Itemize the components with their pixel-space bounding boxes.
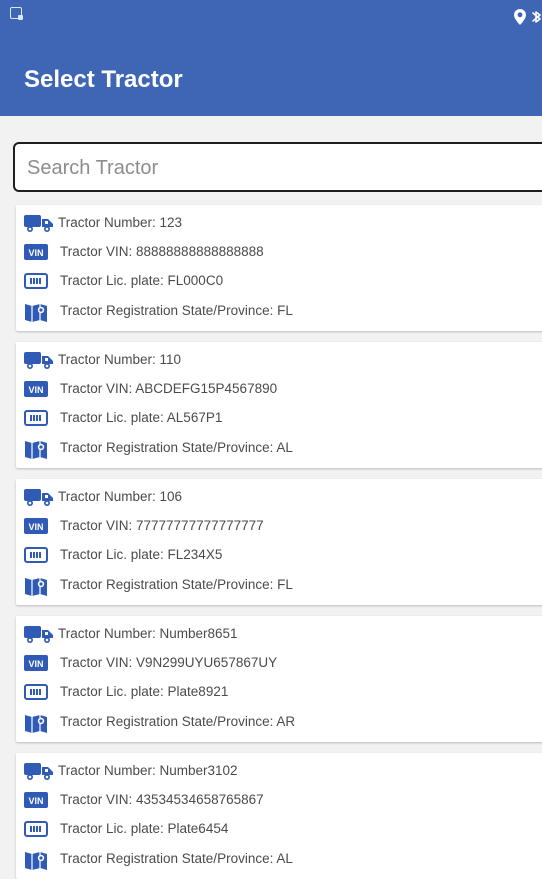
license-plate-icon <box>24 271 48 293</box>
status-icons <box>514 8 542 26</box>
svg-text:VIN: VIN <box>28 385 43 395</box>
truck-icon <box>24 624 53 646</box>
vin-badge-icon: VIN <box>24 242 48 264</box>
tractor-vin: Tractor VIN: 88888888888888888 <box>60 244 264 259</box>
tractor-plate-row: Tractor Lic. plate: FL000C0 <box>16 269 542 295</box>
tractor-state: Tractor Registration State/Province: AL <box>60 440 293 455</box>
tractor-state: Tractor Registration State/Province: AL <box>60 851 293 866</box>
vin-badge-icon: VIN <box>24 379 48 401</box>
tractor-number-row: Tractor Number: Number8651 <box>16 622 542 648</box>
tractor-vin: Tractor VIN: 43534534658765867 <box>60 792 264 807</box>
search-input[interactable] <box>25 153 529 183</box>
svg-text:VIN: VIN <box>28 248 43 258</box>
license-plate-icon <box>24 682 48 704</box>
svg-text:VIN: VIN <box>28 659 43 669</box>
tractor-vin-row: VIN Tractor VIN: 77777777777777777 <box>16 514 542 540</box>
tractor-plate-row: Tractor Lic. plate: FL234X5 <box>16 543 542 569</box>
tractor-vin-row: VIN Tractor VIN: 43534534658765867 <box>16 788 542 814</box>
truck-icon <box>24 213 53 235</box>
truck-icon <box>24 761 53 783</box>
truck-icon <box>24 350 53 372</box>
map-icon <box>24 849 48 871</box>
notification-icon <box>10 7 23 20</box>
tractor-number: Tractor Number: 123 <box>58 215 183 230</box>
app-bar: Select Tractor <box>0 30 542 116</box>
status-bar <box>0 0 542 30</box>
svg-text:VIN: VIN <box>28 796 43 806</box>
tractor-vin: Tractor VIN: 77777777777777777 <box>60 518 264 533</box>
tractor-plate-row: Tractor Lic. plate: Plate6454 <box>16 817 542 843</box>
tractor-number-row: Tractor Number: 106 <box>16 485 542 511</box>
tractor-number: Tractor Number: 106 <box>58 489 183 504</box>
tractor-card[interactable]: Tractor Number: 123 VIN Tractor VIN: 888… <box>16 205 542 331</box>
license-plate-icon <box>24 819 48 841</box>
vin-badge-icon: VIN <box>24 790 48 812</box>
tractor-state-row: Tractor Registration State/Province: AL <box>16 436 542 462</box>
tractor-number-row: Tractor Number: 123 <box>16 211 542 237</box>
license-plate-icon <box>24 408 48 430</box>
bluetooth-icon <box>532 11 541 23</box>
map-icon <box>24 575 48 597</box>
tractor-plate: Tractor Lic. plate: AL567P1 <box>60 410 223 425</box>
tractor-state-row: Tractor Registration State/Province: FL <box>16 573 542 599</box>
tractor-card[interactable]: Tractor Number: Number8651 VIN Tractor V… <box>16 616 542 742</box>
tractor-state: Tractor Registration State/Province: FL <box>60 303 293 318</box>
page-title: Select Tractor <box>24 66 183 93</box>
tractor-vin-row: VIN Tractor VIN: 88888888888888888 <box>16 240 542 266</box>
tractor-state: Tractor Registration State/Province: FL <box>60 577 293 592</box>
tractor-state-row: Tractor Registration State/Province: AL <box>16 847 542 873</box>
tractor-plate-row: Tractor Lic. plate: AL567P1 <box>16 406 542 432</box>
vin-badge-icon: VIN <box>24 516 48 538</box>
location-icon <box>514 9 526 25</box>
tractor-vin: Tractor VIN: ABCDEFG15P4567890 <box>60 381 278 396</box>
svg-text:VIN: VIN <box>28 522 43 532</box>
tractor-number: Tractor Number: Number8651 <box>58 626 238 641</box>
tractor-card[interactable]: Tractor Number: Number3102 VIN Tractor V… <box>16 753 542 879</box>
tractor-number: Tractor Number: Number3102 <box>58 763 238 778</box>
search-field[interactable] <box>13 142 542 192</box>
tractor-plate-row: Tractor Lic. plate: Plate8921 <box>16 680 542 706</box>
tractor-plate: Tractor Lic. plate: FL234X5 <box>60 547 223 562</box>
map-icon <box>24 712 48 734</box>
tractor-vin-row: VIN Tractor VIN: V9N299UYU657867UY <box>16 651 542 677</box>
tractor-card[interactable]: Tractor Number: 110 VIN Tractor VIN: ABC… <box>16 342 542 468</box>
license-plate-icon <box>24 545 48 567</box>
tractor-plate: Tractor Lic. plate: FL000C0 <box>60 273 224 288</box>
tractor-plate: Tractor Lic. plate: Plate6454 <box>60 821 229 836</box>
tractor-card[interactable]: Tractor Number: 106 VIN Tractor VIN: 777… <box>16 479 542 605</box>
map-icon <box>24 301 48 323</box>
tractor-plate: Tractor Lic. plate: Plate8921 <box>60 684 229 699</box>
tractor-number: Tractor Number: 110 <box>58 352 182 367</box>
tractor-vin-row: VIN Tractor VIN: ABCDEFG15P4567890 <box>16 377 542 403</box>
truck-icon <box>24 487 53 509</box>
tractor-state-row: Tractor Registration State/Province: FL <box>16 299 542 325</box>
vin-badge-icon: VIN <box>24 653 48 675</box>
map-icon <box>24 438 48 460</box>
tractor-vin: Tractor VIN: V9N299UYU657867UY <box>60 655 278 670</box>
tractor-number-row: Tractor Number: 110 <box>16 348 542 374</box>
tractor-number-row: Tractor Number: Number3102 <box>16 759 542 785</box>
tractor-state-row: Tractor Registration State/Province: AR <box>16 710 542 736</box>
tractor-state: Tractor Registration State/Province: AR <box>60 714 296 729</box>
